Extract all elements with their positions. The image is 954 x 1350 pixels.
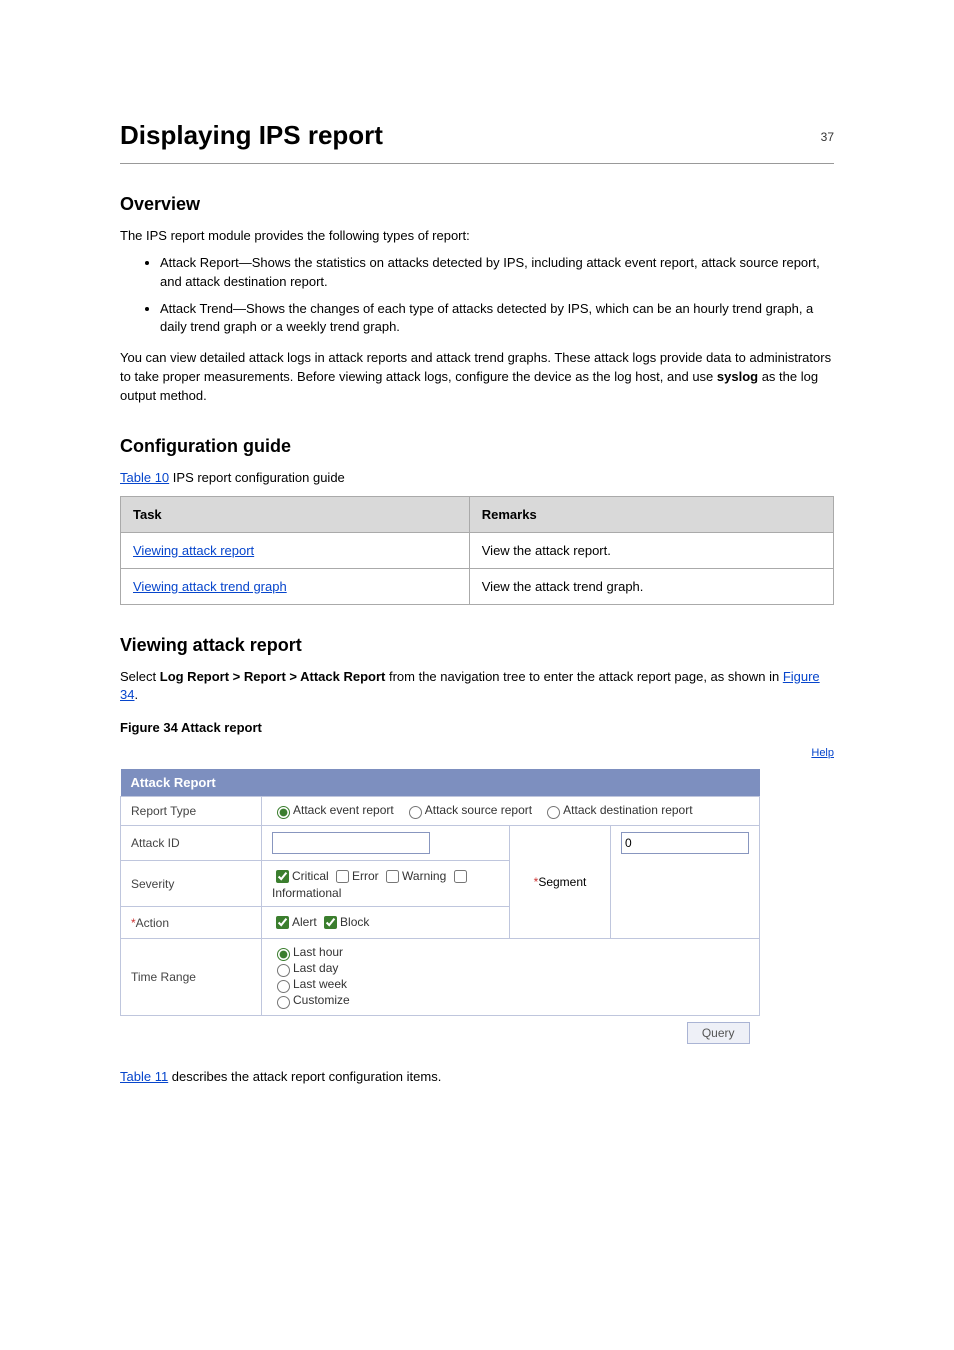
chapter-title: Displaying IPS report: [120, 120, 834, 157]
col-remarks: Remarks: [469, 496, 833, 532]
overview-p1: The IPS report module provides the follo…: [120, 227, 834, 246]
task-link-1[interactable]: Viewing attack trend graph: [133, 579, 287, 594]
chk-error[interactable]: Error: [332, 869, 379, 883]
radio-attack-event[interactable]: Attack event report: [272, 803, 394, 817]
help-link[interactable]: Help: [811, 747, 834, 759]
task-link-0[interactable]: Viewing attack report: [133, 543, 254, 558]
table-row: Viewing attack report View the attack re…: [121, 532, 834, 568]
attack-report-panel: Attack Report Report Type Attack event r…: [120, 769, 760, 1050]
time-range-label: Time Range: [121, 939, 262, 1016]
page-number: 37: [821, 130, 834, 144]
overview-p2: You can view detailed attack logs in att…: [120, 349, 834, 406]
radio-last-day-input[interactable]: [277, 964, 290, 977]
overview-bullet-1: Attack Trend—Shows the changes of each t…: [160, 300, 834, 338]
table11-link[interactable]: Table 11: [120, 1069, 168, 1084]
report-type-options: Attack event report Attack source report…: [262, 797, 760, 826]
config-guide-table: Task Remarks Viewing attack report View …: [120, 496, 834, 605]
attack-id-label: Attack ID: [121, 826, 262, 861]
radio-last-day[interactable]: Last day: [272, 961, 338, 975]
col-task: Task: [121, 496, 470, 532]
table10-caption: Table 10 IPS report configuration guide: [120, 469, 834, 488]
chk-error-input[interactable]: [336, 870, 349, 883]
overview-heading: Overview: [120, 194, 834, 215]
chk-warning[interactable]: Warning: [382, 869, 446, 883]
config-guide-heading: Configuration guide: [120, 436, 834, 457]
attack-report-header: Attack Report: [121, 769, 760, 797]
remarks-0: View the attack report.: [469, 532, 833, 568]
radio-last-hour-input[interactable]: [277, 948, 290, 961]
radio-attack-dest-input[interactable]: [547, 806, 560, 819]
radio-attack-source[interactable]: Attack source report: [404, 803, 532, 817]
viewing-heading: Viewing attack report: [120, 635, 834, 656]
report-type-label: Report Type: [121, 797, 262, 826]
radio-last-week-input[interactable]: [277, 980, 290, 993]
query-button[interactable]: Query: [687, 1022, 750, 1044]
attack-id-input[interactable]: [272, 832, 430, 854]
segment-input[interactable]: [621, 832, 749, 854]
radio-attack-source-input[interactable]: [409, 806, 422, 819]
overview-p2-bold: syslog: [717, 369, 758, 384]
radio-last-week[interactable]: Last week: [272, 977, 347, 991]
action-label: *Action: [121, 907, 262, 939]
table11-desc: Table 11 describes the attack report con…: [120, 1068, 834, 1087]
table10-link[interactable]: Table 10: [120, 470, 169, 485]
figure-caption: Figure 34 Attack report: [120, 719, 834, 738]
viewing-intro: Select Log Report > Report > Attack Repo…: [120, 668, 834, 706]
radio-attack-dest[interactable]: Attack destination report: [542, 803, 692, 817]
chk-critical-input[interactable]: [276, 870, 289, 883]
chk-alert[interactable]: Alert: [272, 915, 317, 929]
chk-critical[interactable]: Critical: [272, 869, 329, 883]
overview-bullet-0: Attack Report—Shows the statistics on at…: [160, 254, 834, 292]
radio-last-hour[interactable]: Last hour: [272, 945, 343, 959]
radio-customize[interactable]: Customize: [272, 993, 350, 1007]
radio-attack-event-input[interactable]: [277, 806, 290, 819]
chk-informational-input[interactable]: [454, 870, 467, 883]
table10-caption-desc: IPS report configuration guide: [173, 470, 345, 485]
chk-warning-input[interactable]: [386, 870, 399, 883]
remarks-1: View the attack trend graph.: [469, 568, 833, 604]
chk-alert-input[interactable]: [276, 916, 289, 929]
segment-label-cell: *Segment: [510, 826, 611, 939]
severity-label: Severity: [121, 861, 262, 907]
chk-block[interactable]: Block: [320, 915, 369, 929]
table-row: Viewing attack trend graph View the atta…: [121, 568, 834, 604]
radio-customize-input[interactable]: [277, 996, 290, 1009]
chk-block-input[interactable]: [324, 916, 337, 929]
